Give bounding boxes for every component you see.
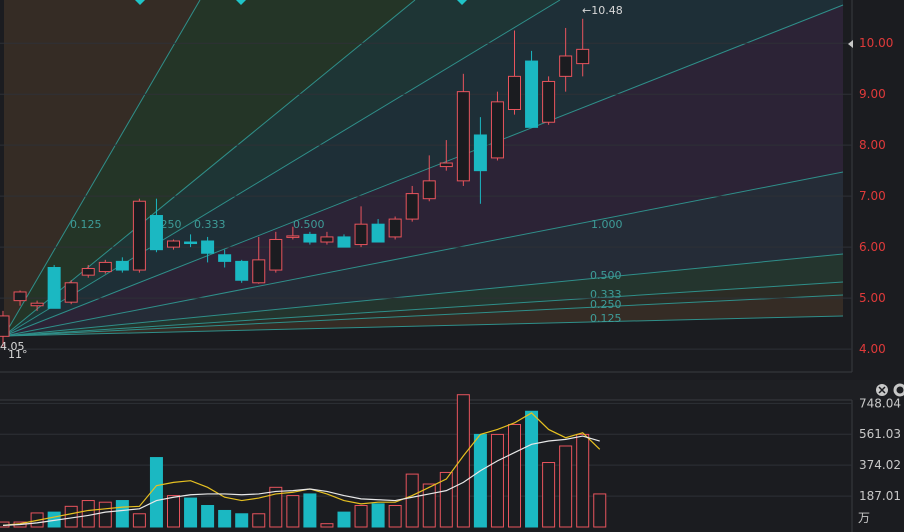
candle-body [252, 259, 266, 284]
volume-bar [525, 410, 539, 528]
high-price-label: ←10.48 [582, 4, 623, 17]
volume-bar [576, 433, 590, 528]
volume-tick-label: 374.02 [859, 458, 901, 472]
candle-body [576, 48, 590, 65]
price-tick-label: 6.00 [859, 240, 886, 254]
candle-body [337, 236, 351, 248]
candle-body [167, 240, 180, 248]
candle-body [132, 200, 146, 271]
candlestick-chart: 0.125 0.250 0.333 0.500 1.0000.5000.3330.250… [0, 0, 904, 532]
candle-body [473, 134, 487, 172]
volume-bar [405, 473, 419, 528]
fan-level-label: 0.125 [70, 218, 102, 231]
angle-label: 11° [8, 348, 28, 361]
volume-bar [98, 501, 112, 528]
candle-body [422, 180, 436, 200]
candle-body [201, 240, 215, 254]
candle-body [184, 241, 198, 245]
stock-chart-panel: 0.125 0.250 0.333 0.500 1.000 0.500 0.333 0.250… [0, 0, 904, 532]
candle-body [371, 223, 385, 243]
candle-body [149, 215, 163, 251]
fan-level-label: 0.500 [590, 269, 622, 282]
volume-bar [64, 505, 78, 528]
price-tick-label: 5.00 [859, 291, 886, 305]
volume-tick-label: 187.01 [859, 489, 901, 503]
volume-bar [201, 505, 215, 528]
price-tick-label: 10.00 [859, 36, 893, 50]
volume-tick-label: 561.03 [859, 427, 901, 441]
volume-bar [388, 505, 402, 528]
volume-header-bar [0, 380, 904, 400]
volume-bar [490, 433, 504, 528]
volume-bar [235, 513, 249, 528]
volume-bar [508, 423, 521, 528]
fan-level-label: 0.500 [293, 218, 325, 231]
candle-body [456, 91, 470, 182]
volume-bar [337, 511, 351, 528]
candle-body [286, 235, 300, 238]
fan-level-label: 0.333 [194, 218, 226, 231]
volume-bar [371, 503, 385, 528]
panel-gap [0, 372, 904, 380]
volume-bar [354, 505, 368, 528]
candle-body [508, 75, 521, 110]
fan-level-label: 0.250 [590, 298, 622, 311]
volume-tick-label: 748.04 [859, 396, 901, 410]
candle-body [235, 260, 249, 281]
volume-bar [320, 523, 334, 528]
candle-body [30, 302, 44, 307]
volume-bar [473, 433, 487, 528]
fan-level-label: 0.125 [590, 312, 622, 325]
volume-bar [81, 500, 95, 528]
candle-body [0, 315, 10, 337]
candle-body [525, 60, 539, 128]
candle-body [218, 254, 232, 262]
volume-bar [252, 513, 266, 528]
price-tick-label: 8.00 [859, 138, 886, 152]
price-tick-label: 9.00 [859, 87, 886, 101]
volume-unit-label: 万 [858, 511, 870, 525]
candle-body [303, 233, 317, 243]
price-tick-label: 7.00 [859, 189, 886, 203]
volume-bar [422, 483, 436, 528]
candle-body [405, 193, 419, 220]
volume-bar [115, 500, 129, 528]
volume-bar [559, 445, 573, 528]
candle-body [388, 218, 402, 238]
volume-bar [303, 493, 317, 528]
candle-body [320, 236, 334, 243]
volume-bar [542, 462, 556, 528]
candle-body [354, 223, 368, 246]
volume-bar [132, 513, 146, 528]
last-price-arrow-icon [848, 40, 853, 48]
volume-bar [218, 509, 232, 528]
volume-bar [184, 497, 198, 528]
volume-bar [593, 493, 607, 528]
candle-body [13, 291, 27, 302]
price-tick-label: 4.00 [859, 342, 886, 356]
candle-body [269, 238, 283, 271]
candle-body [98, 261, 112, 273]
candle-body [439, 162, 453, 168]
candle-body [559, 55, 573, 77]
candle-body [81, 268, 95, 276]
volume-bar [167, 495, 180, 528]
candle-body [64, 282, 78, 303]
volume-bar [149, 457, 163, 528]
candle-body [47, 267, 61, 309]
fan-level-label: 1.000 [591, 218, 623, 231]
candle-body [115, 260, 129, 271]
volume-bar [286, 495, 300, 528]
candle-body [490, 101, 504, 159]
candle-body [542, 80, 556, 123]
